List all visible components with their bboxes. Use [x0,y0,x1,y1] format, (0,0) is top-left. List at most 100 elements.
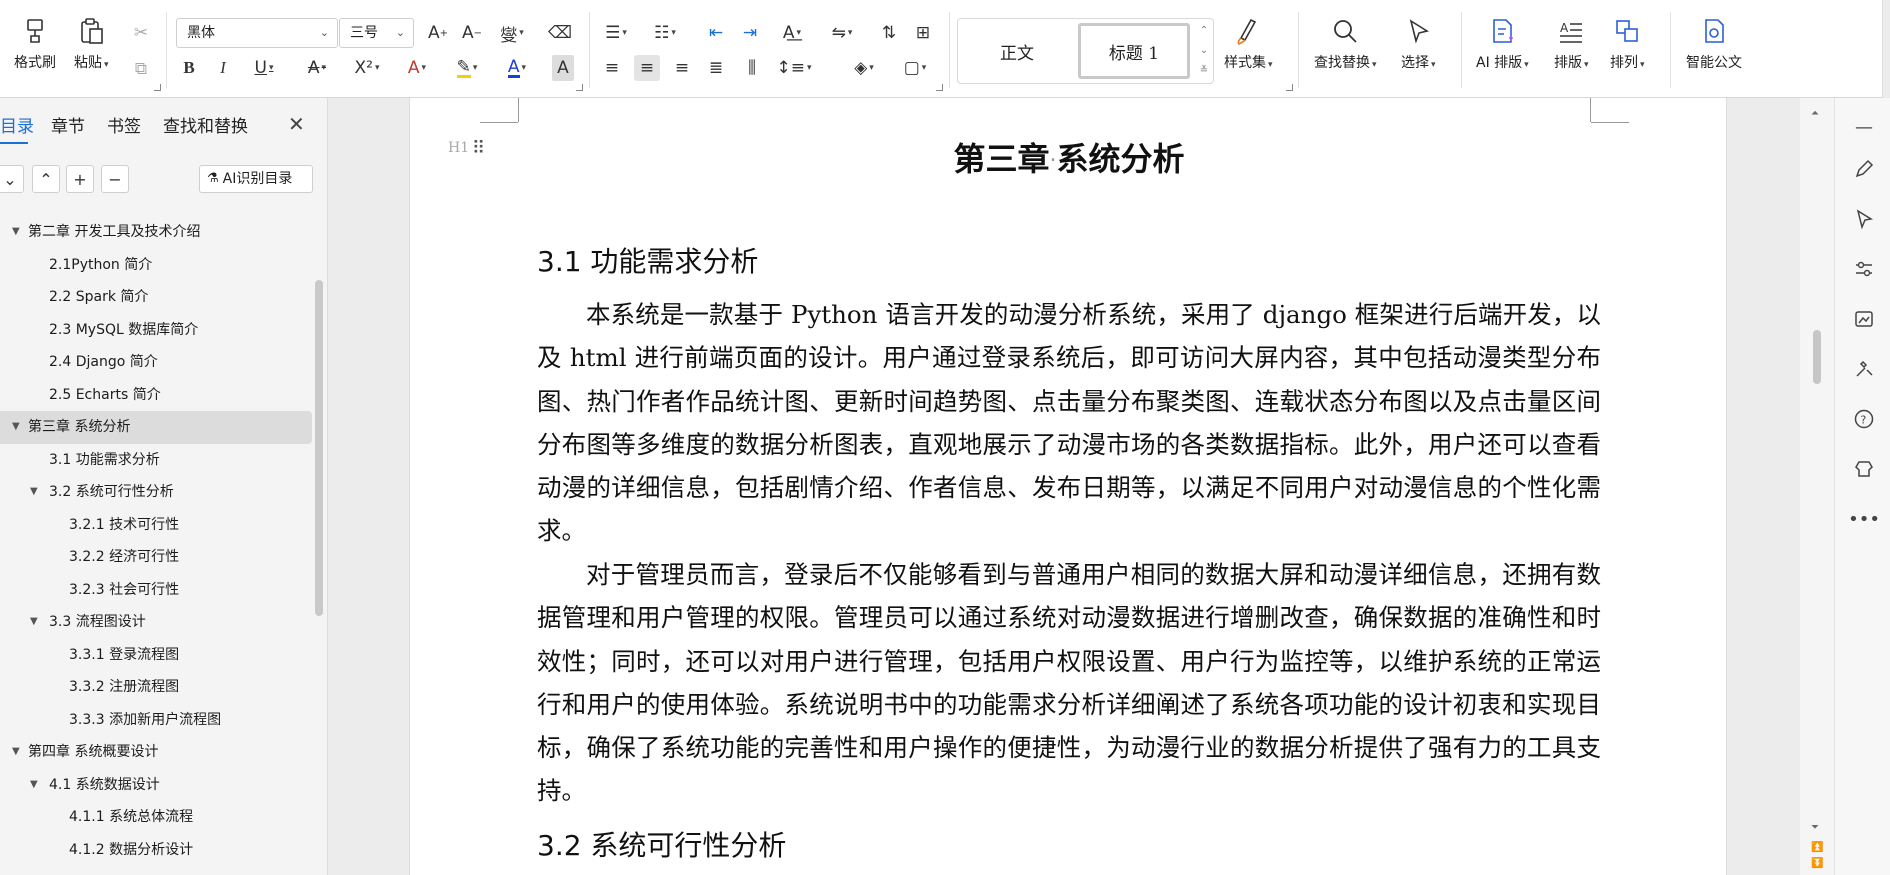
styles-dialog-launcher[interactable] [1286,84,1293,91]
image-edit-icon[interactable] [1853,308,1875,330]
move-up-button[interactable]: ⌃ [32,165,60,193]
find-replace-button[interactable]: 查找替换 ▾ [1314,16,1377,72]
tab-find-replace[interactable]: 查找和替换 [163,112,248,137]
toc-item[interactable]: 2.4 Django 简介 [0,346,312,379]
toc-item[interactable]: 3.2.3 社会可行性 [0,574,312,607]
align-left-icon[interactable]: ≡ [602,55,622,81]
show-marks-icon[interactable]: ⊞ [912,20,934,46]
help-icon[interactable]: ? [1853,408,1875,430]
shrink-font-icon[interactable]: A − [460,20,484,46]
text-direction-icon[interactable]: A͟ ▾ [776,20,808,46]
clear-format-icon[interactable]: ⌫ [548,20,572,46]
line-spacing-options-icon[interactable]: ⇋ ▾ [826,20,858,46]
format-painter-button[interactable]: 格式刷 [14,16,56,72]
style-set-button[interactable]: 样式集 ▾ [1224,16,1273,72]
toc-item[interactable]: 3.3.3 添加新用户流程图 [0,704,312,737]
style-heading1[interactable]: 标题 1 [1078,23,1190,79]
copy-icon[interactable]: ⧉ [130,56,152,82]
toc-item[interactable]: 2.3 MySQL 数据库简介 [0,314,312,347]
font-size-select[interactable]: 三号 ⌄ [339,18,414,48]
style-scroll-buttons[interactable]: ⌃ ⌄ ≚ [1196,21,1212,81]
font-name-select[interactable]: 黑体 ⌄ [176,18,338,48]
vertical-scrollbar[interactable]: ⏶ ⏷ ⏫ ⏬ [1800,98,1834,875]
expand-triangle-icon[interactable]: ▼ [30,476,38,509]
align-right-icon[interactable]: ≡ [672,55,692,81]
collapse-all-button[interactable]: ⌄ [0,165,24,193]
select-button[interactable]: 选择 ▾ [1401,16,1436,72]
toc-item[interactable]: 3.2.1 技术可行性 [0,509,312,542]
text-effect-icon[interactable]: A ▾ [402,55,432,81]
toc-item[interactable]: 4.1.2 数据分析设计 [0,834,312,867]
document-page[interactable]: H1 ⠿ 第三章·系统分析 3.1 功能需求分析 本系统是一款基于 Python… [409,98,1727,875]
clipboard-dialog-launcher[interactable] [154,84,161,91]
toc-item[interactable]: ▼ 第二章 开发工具及技术介绍 [0,216,312,249]
tab-bookmarks[interactable]: 书签 [107,112,141,137]
decrease-indent-icon[interactable]: ⇤ [706,20,726,46]
remove-item-button[interactable]: − [101,165,129,193]
scroll-up-icon[interactable]: ⏶ [1811,108,1819,119]
scroll-thumb[interactable] [1813,330,1821,384]
layout-button[interactable]: A 排版 ▾ [1554,16,1589,72]
grow-font-icon[interactable]: A + [426,20,450,46]
arrange-button[interactable]: 排列 ▾ [1610,16,1645,72]
close-icon[interactable]: ✕ [288,112,305,136]
add-item-button[interactable]: + [66,165,94,193]
bold-icon[interactable]: B [180,55,198,81]
font-dialog-launcher[interactable] [576,84,583,91]
expand-triangle-icon[interactable]: ▼ [30,606,38,639]
tab-toc[interactable]: 目录 [0,112,34,137]
toc-item[interactable]: 3.2.2 经济可行性 [0,541,312,574]
superscript-icon[interactable]: X² ▾ [350,55,384,81]
tab-chapters[interactable]: 章节 [51,112,85,137]
collapse-sidebar-icon[interactable]: — [1853,116,1875,138]
bullet-list-icon[interactable]: ☰ ▾ [602,20,630,46]
tools-icon[interactable] [1853,358,1875,380]
expand-triangle-icon[interactable]: ▼ [12,736,20,769]
toc-item[interactable]: 2.5 Echarts 简介 [0,379,312,412]
distribute-icon[interactable]: ⫼ [742,55,762,81]
paragraph-dialog-launcher[interactable] [936,84,943,91]
cut-icon[interactable]: ✂ [130,20,152,46]
prev-page-icon[interactable]: ⏫ [1811,842,1823,853]
toc-item[interactable]: 2.2 Spark 简介 [0,281,312,314]
highlight-icon[interactable]: ✎ ▾ [450,55,484,81]
more-icon[interactable]: ••• [1848,508,1880,530]
toc-item[interactable]: ▼ 第四章 系统概要设计 [0,736,312,769]
char-shading-icon[interactable]: A [552,55,574,81]
ai-layout-button[interactable]: AI 排版 ▾ [1476,16,1529,72]
expand-triangle-icon[interactable]: ▼ [12,411,20,444]
toc-item[interactable]: 2.1Python 简介 [0,249,312,282]
nav-scrollbar[interactable] [315,280,323,616]
font-color-icon[interactable]: A ▾ [500,55,534,81]
style-normal[interactable]: 正文 [962,23,1072,79]
settings-icon[interactable] [1853,458,1875,480]
toc-item[interactable]: 4.1.1 系统总体流程 [0,801,312,834]
scroll-down-icon[interactable]: ⏷ [1811,822,1819,833]
toc-item[interactable]: ▼ 3.3 流程图设计 [0,606,312,639]
expand-triangle-icon[interactable]: ▼ [30,769,38,802]
adjust-icon[interactable] [1853,258,1875,280]
pointer-icon[interactable] [1853,208,1875,230]
next-page-icon[interactable]: ⏬ [1811,858,1823,869]
shading-icon[interactable]: ◈ ▾ [846,55,882,81]
increase-indent-icon[interactable]: ⇥ [740,20,760,46]
toc-item[interactable]: ▼ 第三章 系统分析 [0,411,312,444]
toc-item[interactable]: ▼ 4.1 系统数据设计 [0,769,312,802]
pen-icon[interactable] [1853,158,1875,180]
expand-triangle-icon[interactable]: ▼ [12,216,20,249]
align-center-icon[interactable]: ≡ [634,55,660,81]
phonetic-guide-icon[interactable]: 燮 ▾ [496,20,528,46]
strikethrough-icon[interactable]: A ▾ [302,55,332,81]
toc-item[interactable]: 3.3.1 登录流程图 [0,639,312,672]
underline-icon[interactable]: U ▾ [250,55,278,81]
paste-button[interactable]: 粘贴 ▾ [74,16,109,72]
justify-icon[interactable]: ≣ [706,55,726,81]
line-spacing-icon[interactable]: ↕≡ ▾ [776,55,812,81]
numbered-list-icon[interactable]: ☷ ▾ [650,20,680,46]
toc-item[interactable]: 3.3.2 注册流程图 [0,671,312,704]
borders-icon[interactable]: ▢ ▾ [898,55,932,81]
smart-doc-button[interactable]: 智能公文 [1686,16,1742,72]
sort-icon[interactable]: ⇅ [878,20,900,46]
toc-item[interactable]: 3.1 功能需求分析 [0,444,312,477]
ai-toc-button[interactable]: ⚗ AI识别目录 [199,165,313,193]
